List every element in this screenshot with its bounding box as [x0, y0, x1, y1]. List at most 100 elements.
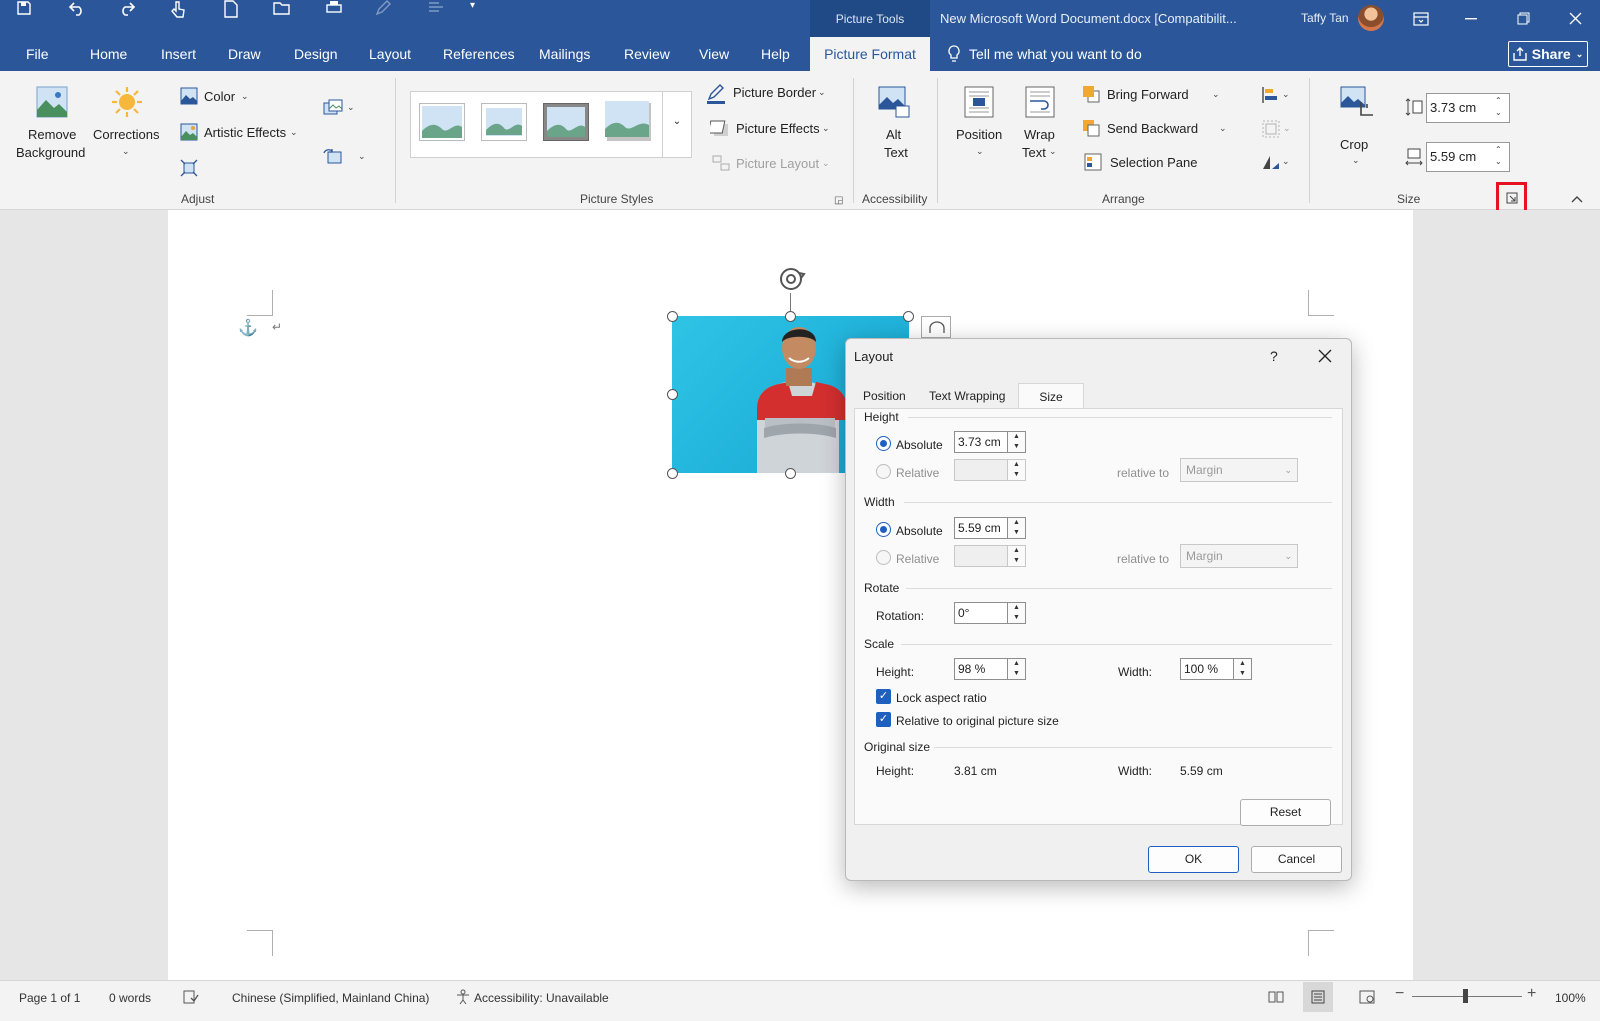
zoom-out-icon[interactable]: − — [1395, 985, 1404, 1003]
wrap-text-label-1[interactable]: Wrap — [1024, 127, 1055, 142]
color-button[interactable]: Color — [204, 89, 235, 104]
rotation-spinner-icon[interactable]: ▲ ▼ — [1007, 602, 1026, 624]
height-spinner-icon[interactable]: ⌃ ⌄ — [1495, 95, 1502, 119]
resize-handle-top-right[interactable] — [903, 311, 914, 322]
resize-handle-top-left[interactable] — [667, 311, 678, 322]
dialog-launcher-icon[interactable]: ◲ — [834, 195, 843, 206]
close-window-icon[interactable] — [1552, 0, 1598, 37]
zoom-slider-thumb[interactable] — [1463, 989, 1468, 1003]
lock-aspect-ratio-checkbox[interactable]: ✓ — [876, 689, 891, 704]
remove-background-label-1[interactable]: Remove — [28, 127, 76, 142]
chevron-down-icon[interactable]: ⌄ — [822, 123, 830, 134]
chevron-down-icon[interactable]: ⌄ — [1219, 123, 1227, 134]
reset-picture-icon[interactable] — [323, 148, 343, 166]
redo-icon[interactable] — [118, 0, 136, 16]
tell-me-search[interactable]: Tell me what you want to do — [947, 37, 1142, 71]
rotate-icon[interactable] — [1262, 154, 1280, 170]
picture-border-button[interactable]: Picture Border — [733, 85, 816, 100]
scale-height-spinner-icon[interactable]: ▲ ▼ — [1007, 658, 1026, 680]
selection-pane-button[interactable]: Selection Pane — [1110, 155, 1197, 170]
chevron-down-icon[interactable]: ⌄ — [347, 102, 355, 113]
chevron-down-icon[interactable]: ⌄ — [1282, 89, 1290, 100]
share-button[interactable]: Share ⌄ — [1508, 41, 1588, 67]
chevron-down-icon[interactable]: ⌄ — [1212, 89, 1220, 100]
resize-handle-top[interactable] — [785, 311, 796, 322]
tab-draw[interactable]: Draw — [228, 37, 261, 71]
chevron-down-icon[interactable]: ⌄ — [122, 146, 130, 157]
width-spinner-icon[interactable]: ⌃ ⌄ — [1495, 144, 1502, 168]
page-count[interactable]: Page 1 of 1 — [19, 991, 80, 1005]
chevron-down-icon[interactable]: ⌄ — [1049, 146, 1057, 157]
new-document-icon[interactable] — [224, 0, 238, 18]
chevron-down-icon[interactable]: ⌄ — [290, 127, 298, 138]
height-absolute-input[interactable]: 3.73 cm ▲ ▼ — [954, 431, 1026, 453]
tab-insert[interactable]: Insert — [161, 37, 196, 71]
gallery-more-button[interactable]: ⌄ — [662, 91, 692, 158]
height-absolute-radio[interactable] — [876, 436, 891, 451]
cancel-button[interactable]: Cancel — [1251, 846, 1342, 873]
zoom-level[interactable]: 100% — [1555, 991, 1586, 1005]
tab-layout[interactable]: Layout — [369, 37, 411, 71]
close-dialog-icon[interactable] — [1318, 349, 1332, 363]
tab-file[interactable]: File — [26, 37, 49, 71]
artistic-effects-button[interactable]: Artistic Effects — [204, 125, 286, 140]
alt-text-label-1[interactable]: Alt — [886, 127, 901, 142]
resize-handle-bottom-left[interactable] — [667, 468, 678, 479]
width-relative-radio[interactable] — [876, 550, 891, 565]
resize-handle-bottom[interactable] — [785, 468, 796, 479]
accessibility-status[interactable]: Accessibility: Unavailable — [474, 991, 609, 1005]
tab-picture-format[interactable]: Picture Format — [810, 37, 930, 71]
width-absolute-input[interactable]: 5.59 cm ▲ ▼ — [954, 517, 1026, 539]
accessibility-icon[interactable] — [455, 989, 471, 1005]
width-absolute-radio[interactable] — [876, 522, 891, 537]
tab-help[interactable]: Help — [761, 37, 790, 71]
dialog-tab-text-wrapping[interactable]: Text Wrapping — [920, 383, 1014, 409]
crop-button[interactable]: Crop — [1340, 137, 1368, 152]
language-status[interactable]: Chinese (Simplified, Mainland China) — [232, 991, 429, 1005]
width-spinner-icon[interactable]: ▲ ▼ — [1007, 517, 1026, 539]
tab-home[interactable]: Home — [90, 37, 127, 71]
ok-button[interactable]: OK — [1148, 846, 1239, 873]
dialog-tab-size[interactable]: Size — [1018, 383, 1084, 409]
height-spinner-icon[interactable]: ▲ ▼ — [1007, 431, 1026, 453]
wrap-text-label-2[interactable]: Text — [1022, 145, 1046, 160]
read-mode-icon[interactable] — [1268, 990, 1284, 1004]
change-picture-icon[interactable] — [323, 99, 343, 117]
tab-review[interactable]: Review — [624, 37, 670, 71]
chevron-down-icon[interactable]: ⌄ — [976, 146, 984, 157]
chevron-down-icon[interactable]: ⌄ — [241, 91, 249, 102]
position-button[interactable]: Position — [956, 127, 1002, 142]
collapse-ribbon-icon[interactable] — [1571, 195, 1583, 203]
picture-style-4-icon[interactable] — [605, 101, 651, 141]
picture-style-1-icon[interactable] — [419, 103, 465, 141]
scale-width-spinner-icon[interactable]: ▲ ▼ — [1233, 658, 1252, 680]
bring-forward-button[interactable]: Bring Forward — [1107, 87, 1189, 102]
word-count[interactable]: 0 words — [109, 991, 151, 1005]
picture-style-3-icon[interactable] — [543, 103, 589, 141]
customize-qat-icon[interactable]: ▾ — [470, 0, 475, 11]
align-icon[interactable] — [1262, 86, 1278, 104]
layout-options-icon[interactable] — [921, 316, 951, 338]
corrections-button[interactable]: Corrections — [93, 127, 159, 142]
proofing-icon[interactable] — [183, 990, 199, 1004]
dialog-tab-position[interactable]: Position — [854, 383, 915, 409]
rotation-input[interactable]: 0° ▲ ▼ — [954, 602, 1026, 624]
compress-pictures-icon[interactable] — [180, 159, 198, 177]
alt-text-label-2[interactable]: Text — [884, 145, 908, 160]
touch-mode-icon[interactable] — [170, 0, 186, 18]
height-relative-radio[interactable] — [876, 464, 891, 479]
tab-mailings[interactable]: Mailings — [539, 37, 590, 71]
chevron-down-icon[interactable]: ⌄ — [818, 87, 826, 98]
send-backward-button[interactable]: Send Backward — [1107, 121, 1198, 136]
chevron-down-icon[interactable]: ⌄ — [358, 151, 366, 162]
picture-effects-button[interactable]: Picture Effects — [736, 121, 820, 136]
save-icon[interactable] — [16, 0, 32, 16]
reset-button[interactable]: Reset — [1240, 799, 1331, 826]
tab-design[interactable]: Design — [294, 37, 338, 71]
picture-style-2-icon[interactable] — [481, 103, 527, 141]
chevron-down-icon[interactable]: ⌄ — [1282, 156, 1290, 167]
tab-references[interactable]: References — [443, 37, 515, 71]
print-layout-view-button[interactable] — [1303, 982, 1333, 1012]
scale-width-input[interactable]: 100 % ▲ ▼ — [1180, 658, 1252, 680]
tab-view[interactable]: View — [699, 37, 729, 71]
